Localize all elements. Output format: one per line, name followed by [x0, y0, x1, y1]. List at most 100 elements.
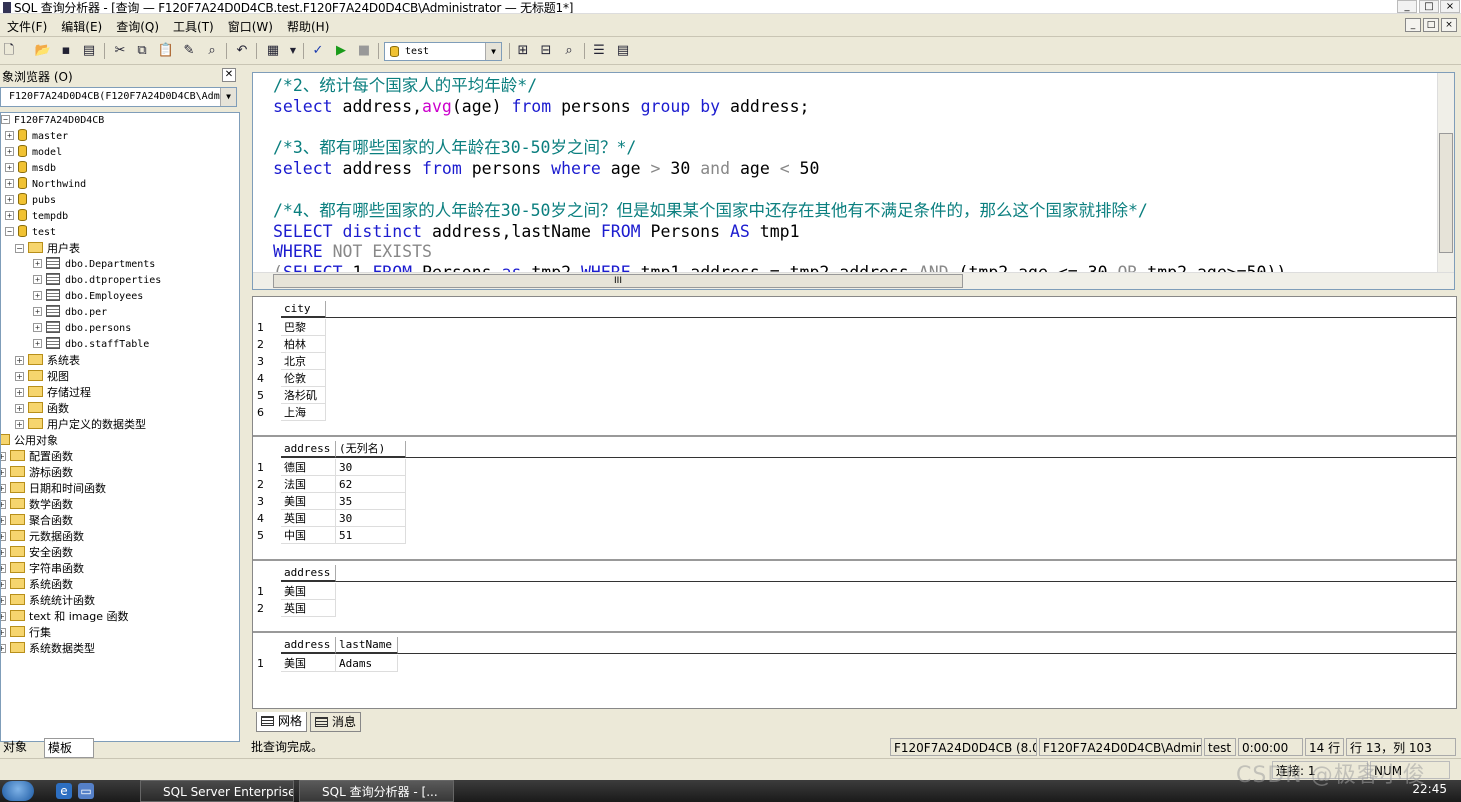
- new-query-icon[interactable]: 🗋: [0, 42, 18, 60]
- table-cell[interactable]: 美国: [281, 583, 336, 600]
- expand-icon[interactable]: +: [15, 404, 24, 413]
- result-grid[interactable]: address (无列名) 1 德国 30 2 法国 62 3 美国 35 4 英国 30 5 中国 51: [253, 437, 1456, 561]
- table-cell[interactable]: 洛杉矶: [281, 387, 326, 404]
- open-icon[interactable]: 📂: [34, 42, 52, 60]
- tree-item[interactable]: + 数学函数: [1, 497, 73, 513]
- table-cell[interactable]: 美国: [281, 493, 336, 510]
- expand-icon[interactable]: +: [1, 484, 6, 493]
- expand-icon[interactable]: +: [33, 259, 42, 268]
- tree-item[interactable]: + 日期和时间函数: [1, 481, 106, 497]
- tree-item[interactable]: + dbo.per: [33, 305, 107, 321]
- table-cell[interactable]: 中国: [281, 527, 336, 544]
- expand-icon[interactable]: +: [1, 516, 6, 525]
- expand-icon[interactable]: +: [1, 580, 6, 589]
- chevron-down-icon[interactable]: ▼: [220, 88, 236, 106]
- expand-icon[interactable]: +: [1, 468, 6, 477]
- expand-icon[interactable]: +: [1, 628, 6, 637]
- column-header[interactable]: (无列名): [336, 441, 406, 458]
- editor-vertical-scroll-thumb[interactable]: [1439, 133, 1453, 253]
- column-header[interactable]: address: [281, 441, 336, 458]
- table-cell[interactable]: 英国: [281, 600, 336, 617]
- table-cell[interactable]: 德国: [281, 459, 336, 476]
- expand-icon[interactable]: +: [33, 291, 42, 300]
- save-icon[interactable]: ▪: [57, 42, 75, 60]
- insert-template-icon[interactable]: ▤: [80, 42, 98, 60]
- maximize-button[interactable]: □: [1419, 0, 1439, 13]
- result-grid[interactable]: address 1 美国 2 英国: [253, 561, 1456, 633]
- mdi-minimize-button[interactable]: _: [1405, 18, 1421, 32]
- tree-item[interactable]: + 系统统计函数: [1, 593, 95, 609]
- clear-icon[interactable]: ✎: [180, 42, 198, 60]
- object-tree[interactable]: − F120F7A24D0D4CB + master + model + msdb + North…: [0, 112, 240, 742]
- tab-templates[interactable]: 模板: [44, 738, 94, 758]
- mdi-close-button[interactable]: ×: [1441, 18, 1457, 32]
- taskbar-item-enterprise-manager[interactable]: SQL Server Enterprise Manager: [140, 780, 294, 802]
- collapse-icon[interactable]: −: [1, 115, 10, 124]
- tree-item[interactable]: + 函数: [15, 401, 69, 417]
- tree-item[interactable]: + msdb: [5, 161, 56, 177]
- tree-item[interactable]: + 字符串函数: [1, 561, 84, 577]
- tree-item[interactable]: + 行集: [1, 625, 51, 641]
- tree-item[interactable]: + tempdb: [5, 209, 68, 225]
- tree-item[interactable]: + Northwind: [5, 177, 86, 193]
- tree-item[interactable]: + 用户定义的数据类型: [15, 417, 146, 433]
- query-editor[interactable]: /*2、统计每个国家人的平均年龄*/select address,avg(age…: [252, 72, 1455, 290]
- table-cell[interactable]: 62: [336, 476, 406, 493]
- tree-item[interactable]: + 游标函数: [1, 465, 73, 481]
- editor-horizontal-scrollbar[interactable]: III: [253, 272, 1454, 289]
- tree-item[interactable]: + 系统数据类型: [1, 641, 95, 657]
- expand-icon[interactable]: +: [1, 564, 6, 573]
- column-header[interactable]: lastName: [336, 637, 398, 654]
- editor-vertical-scrollbar[interactable]: [1437, 73, 1454, 274]
- tab-grid[interactable]: 网格: [256, 712, 308, 732]
- editor-horizontal-scroll-thumb[interactable]: III: [273, 274, 963, 288]
- tab-messages[interactable]: 消息: [310, 712, 362, 732]
- expand-icon[interactable]: +: [5, 211, 14, 220]
- expand-icon[interactable]: +: [33, 339, 42, 348]
- tree-item[interactable]: + dbo.Employees: [33, 289, 143, 305]
- find-icon[interactable]: ⌕: [203, 42, 221, 60]
- tree-item[interactable]: + 系统表: [15, 353, 80, 369]
- tree-item[interactable]: + dbo.staffTable: [33, 337, 149, 353]
- expand-icon[interactable]: +: [1, 612, 6, 621]
- result-grid[interactable]: city 1 巴黎 2 柏林 3 北京 4 伦敦 5 洛杉矶 6 上海: [253, 297, 1456, 437]
- tree-item[interactable]: + 安全函数: [1, 545, 73, 561]
- expand-icon[interactable]: +: [5, 147, 14, 156]
- properties-icon[interactable]: ☰: [590, 42, 608, 60]
- table-cell[interactable]: 35: [336, 493, 406, 510]
- tree-item[interactable]: − 用户表: [15, 241, 80, 257]
- tree-item[interactable]: + text 和 image 函数: [1, 609, 128, 625]
- paste-icon[interactable]: 📋: [157, 42, 175, 60]
- table-cell[interactable]: 北京: [281, 353, 326, 370]
- expand-icon[interactable]: +: [15, 372, 24, 381]
- tree-item[interactable]: − F120F7A24D0D4CB: [1, 113, 104, 129]
- expand-icon[interactable]: +: [5, 163, 14, 172]
- show-grid-icon[interactable]: ▤: [614, 42, 632, 60]
- copy-icon[interactable]: ⧉: [133, 42, 151, 60]
- table-cell[interactable]: 30: [336, 510, 406, 527]
- tree-item[interactable]: + dbo.Departments: [33, 257, 155, 273]
- close-button[interactable]: ×: [1440, 0, 1460, 13]
- expand-icon[interactable]: +: [1, 644, 6, 653]
- menu-query[interactable]: 查询(Q): [109, 15, 166, 35]
- expand-icon[interactable]: +: [5, 179, 14, 188]
- tree-item[interactable]: + 元数据函数: [1, 529, 84, 545]
- tree-item[interactable]: + model: [5, 145, 62, 161]
- table-cell[interactable]: 伦敦: [281, 370, 326, 387]
- table-cell[interactable]: 美国: [281, 655, 336, 672]
- expand-icon[interactable]: +: [1, 452, 6, 461]
- tree-item[interactable]: − test: [5, 225, 56, 241]
- expand-icon[interactable]: +: [1, 500, 6, 509]
- tree-item[interactable]: + 存储过程: [15, 385, 91, 401]
- cut-icon[interactable]: ✂: [111, 42, 129, 60]
- server-select[interactable]: F120F7A24D0D4CB(F120F7A24D0D4CB\Adm ▼: [0, 87, 237, 107]
- show-desktop-icon[interactable]: ▭: [78, 783, 94, 799]
- table-cell[interactable]: 上海: [281, 404, 326, 421]
- expand-icon[interactable]: +: [5, 131, 14, 140]
- menu-help[interactable]: 帮助(H): [280, 15, 336, 35]
- expand-icon[interactable]: +: [15, 388, 24, 397]
- taskbar-item-query-analyzer[interactable]: SQL 查询分析器 - [...: [299, 780, 454, 802]
- tree-item[interactable]: + master: [5, 129, 68, 145]
- tree-item[interactable]: 公用对象: [1, 433, 58, 449]
- parse-icon[interactable]: ✓: [309, 42, 327, 60]
